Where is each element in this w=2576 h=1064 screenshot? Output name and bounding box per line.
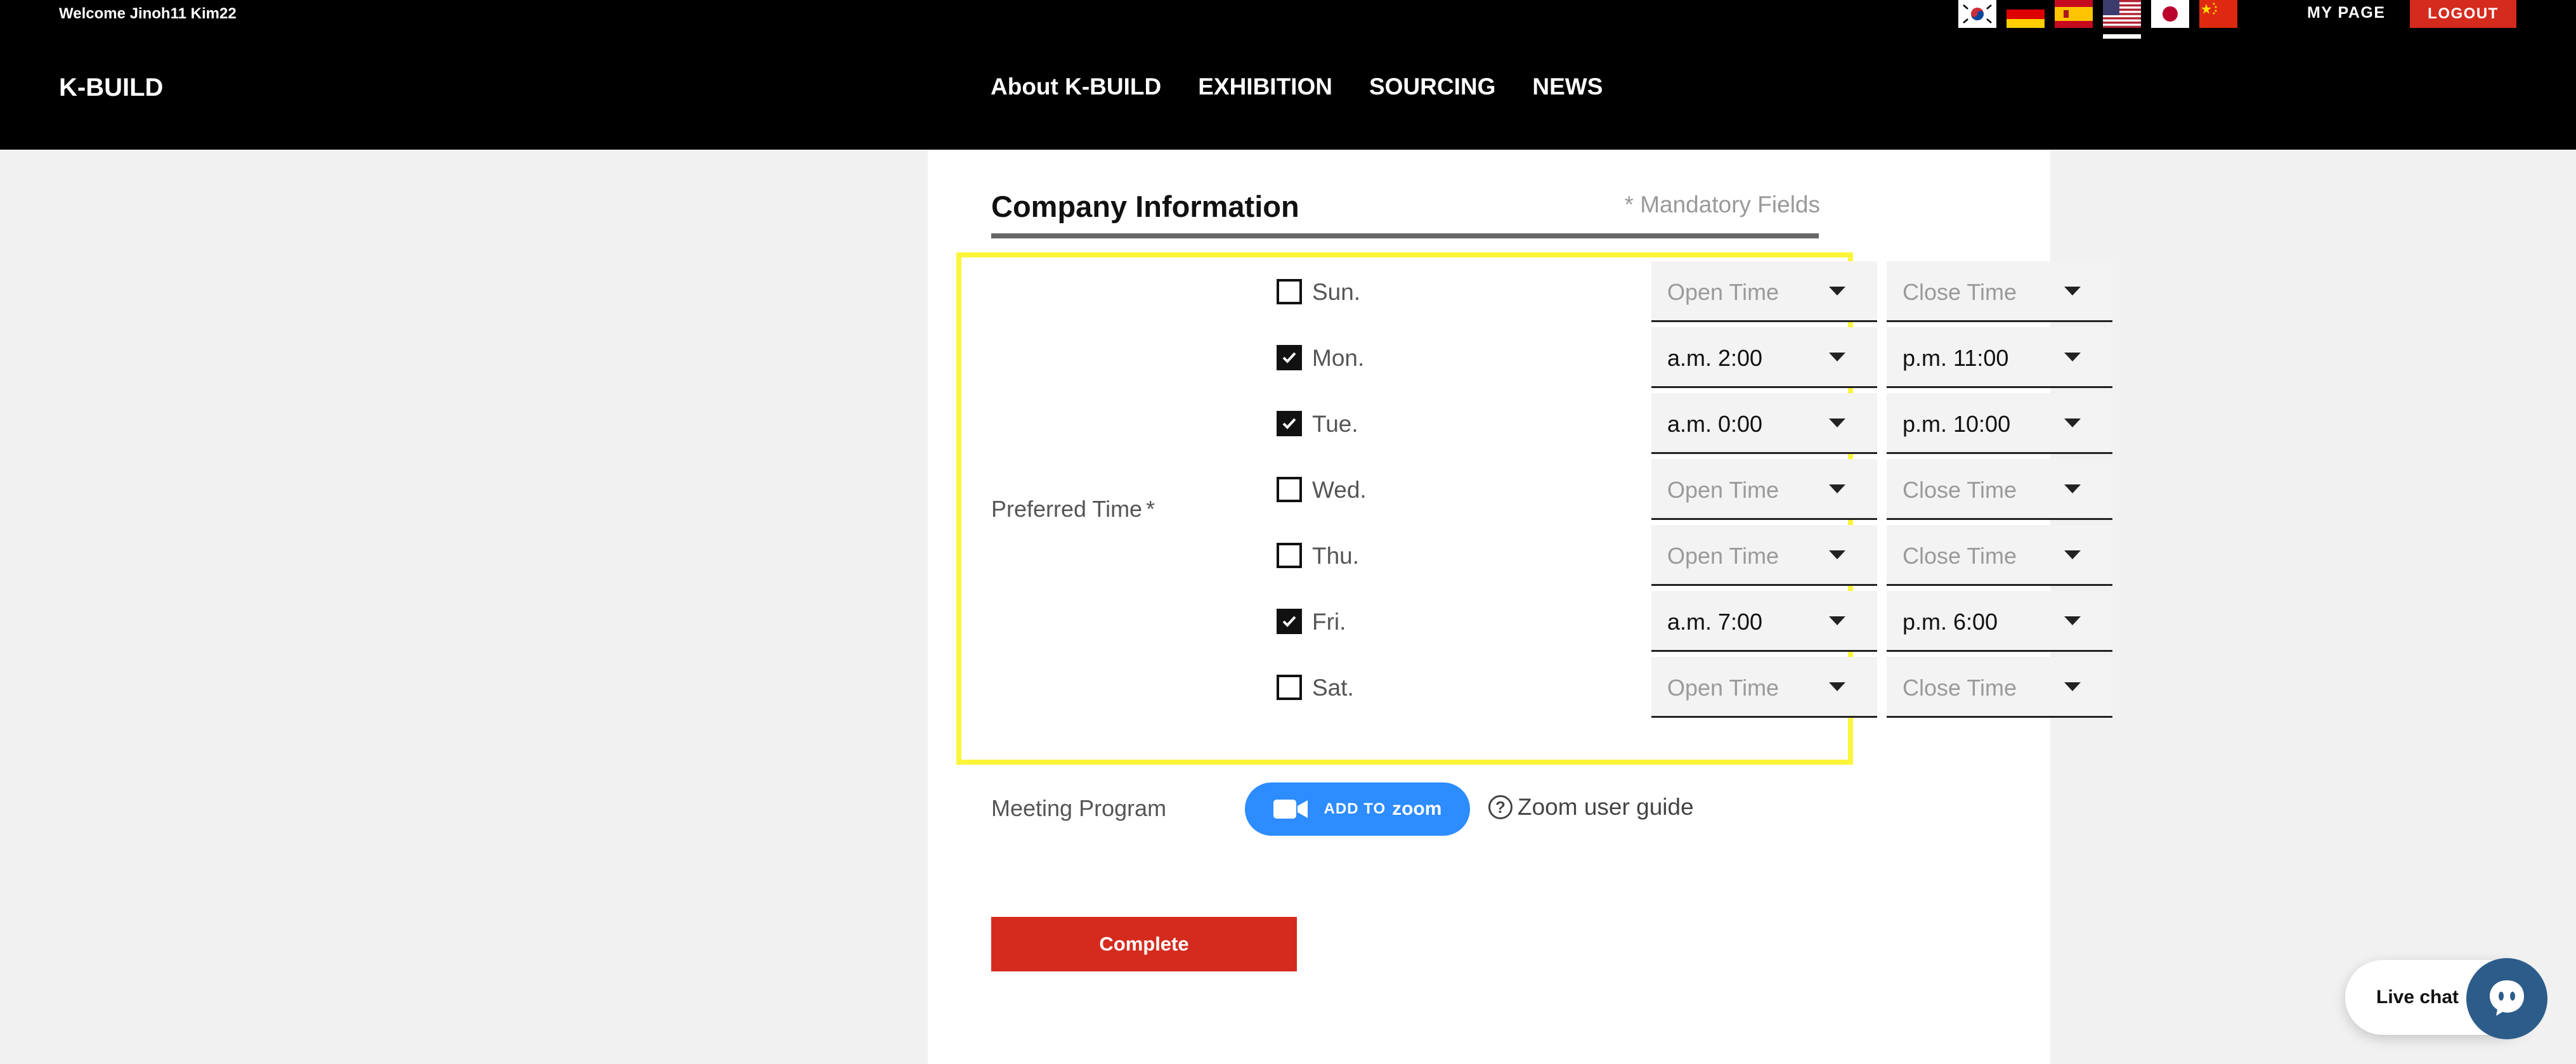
day-label: Sat. [1312,675,1354,701]
selected-language-indicator [2103,34,2141,39]
section-title: Company Information [991,190,1299,223]
open-time-value: Open Time [1667,543,1779,569]
caret-down-icon [1829,616,1845,625]
question-icon: ? [1488,795,1512,819]
close-time-value: Close Time [1903,279,2017,305]
day-checkbox[interactable] [1277,477,1302,502]
nav-news[interactable]: NEWS [1532,74,1603,100]
caret-down-icon [2064,616,2081,625]
required-mark: * [1146,496,1155,522]
close-time-select[interactable]: Close Time [1887,525,2112,586]
caret-down-icon [1829,353,1845,361]
open-time-value: Open Time [1667,279,1779,305]
close-time-select[interactable]: Close Time [1887,261,2112,322]
day-label: Fri. [1312,609,1346,635]
close-time-select[interactable]: p.m. 6:00 [1887,591,2112,652]
day-label: Thu. [1312,543,1360,569]
caret-down-icon [2064,287,2081,295]
checkmark-icon [1282,418,1296,429]
preferred-time-label: Preferred Time * [991,496,1155,522]
zoom-user-guide-link[interactable]: ? Zoom user guide [1488,794,1694,821]
live-chat-label: Live chat [2376,987,2459,1008]
open-time-select[interactable]: a.m. 2:00 [1651,327,1877,388]
chat-bubble-icon[interactable] [2466,958,2547,1039]
top-header: Welcome Jinoh11 Kim22 MY PAGE LOGOUT K-B… [0,0,2576,150]
complete-button[interactable]: Complete [991,917,1297,971]
caret-down-icon [2064,682,2081,691]
close-time-value: p.m. 6:00 [1903,609,1998,635]
day-checkbox[interactable] [1277,609,1302,634]
add-to-zoom-button[interactable]: ADD TO zoom [1245,782,1470,836]
caret-down-icon [2064,550,2081,559]
caret-down-icon [1829,287,1845,295]
open-time-select[interactable]: Open Time [1651,657,1877,718]
korea-flag-icon[interactable] [1958,0,1996,28]
close-time-select[interactable]: Close Time [1887,459,2112,520]
caret-down-icon [1829,550,1845,559]
caret-down-icon [1829,418,1845,427]
day-checkbox[interactable] [1277,279,1302,304]
open-time-select[interactable]: Open Time [1651,459,1877,520]
preferred-time-text: Preferred Time [991,496,1143,522]
close-time-select[interactable]: Close Time [1887,657,2112,718]
title-divider [991,233,1819,238]
day-checkbox[interactable] [1277,411,1302,436]
caret-down-icon [2064,484,2081,493]
checkmark-icon [1282,616,1296,627]
close-time-value: Close Time [1903,675,2017,701]
japan-flag-icon[interactable] [2151,0,2189,28]
open-time-select[interactable]: Open Time [1651,261,1877,322]
checkmark-icon [1282,352,1296,363]
welcome-text: Welcome Jinoh11 Kim22 [59,5,237,22]
china-flag-icon[interactable] [2199,0,2237,28]
germany-flag-icon[interactable] [2007,0,2045,28]
day-checkbox[interactable] [1277,543,1302,568]
meeting-program-label: Meeting Program [991,795,1167,821]
zoom-user-guide-text: Zoom user guide [1518,794,1694,820]
day-label: Sun. [1312,279,1361,305]
caret-down-icon [2064,418,2081,427]
open-time-select[interactable]: Open Time [1651,525,1877,586]
open-time-value: a.m. 2:00 [1667,345,1763,371]
spain-flag-icon[interactable] [2055,0,2093,28]
nav-sourcing[interactable]: SOURCING [1369,74,1495,100]
nav-about[interactable]: About K-BUILD [991,74,1161,100]
main-nav: About K-BUILD EXHIBITION SOURCING NEWS [991,74,1603,100]
language-selector [1958,0,2237,28]
close-time-value: Close Time [1903,543,2017,569]
site-logo[interactable]: K-BUILD [59,74,163,102]
close-time-select[interactable]: p.m. 11:00 [1887,327,2112,388]
nav-exhibition[interactable]: EXHIBITION [1198,74,1332,100]
open-time-value: a.m. 7:00 [1667,609,1763,635]
add-to-zoom-text: ADD TO [1324,800,1386,817]
open-time-value: Open Time [1667,675,1779,701]
open-time-value: a.m. 0:00 [1667,411,1763,437]
mandatory-note: * Mandatory Fields [1624,191,1820,217]
day-checkbox[interactable] [1277,345,1302,370]
form-panel: Company Information * Mandatory Fields P… [928,150,2112,1064]
open-time-select[interactable]: a.m. 7:00 [1651,591,1877,652]
day-label: Mon. [1312,345,1365,371]
day-label: Wed. [1312,477,1367,503]
caret-down-icon [1829,682,1845,691]
my-page-link[interactable]: MY PAGE [2307,4,2386,22]
close-time-value: p.m. 11:00 [1903,345,2009,371]
caret-down-icon [1829,484,1845,493]
usa-flag-icon[interactable] [2103,0,2141,28]
logout-button[interactable]: LOGOUT [2410,0,2516,28]
close-time-select[interactable]: p.m. 10:00 [1887,393,2112,454]
video-camera-icon [1273,800,1308,819]
day-checkbox[interactable] [1277,675,1302,700]
open-time-value: Open Time [1667,477,1779,503]
zoom-brand-text: zoom [1392,798,1442,819]
close-time-value: Close Time [1903,477,2017,503]
caret-down-icon [2064,353,2081,361]
day-label: Tue. [1312,411,1358,437]
open-time-select[interactable]: a.m. 0:00 [1651,393,1877,454]
close-time-value: p.m. 10:00 [1903,411,2011,437]
